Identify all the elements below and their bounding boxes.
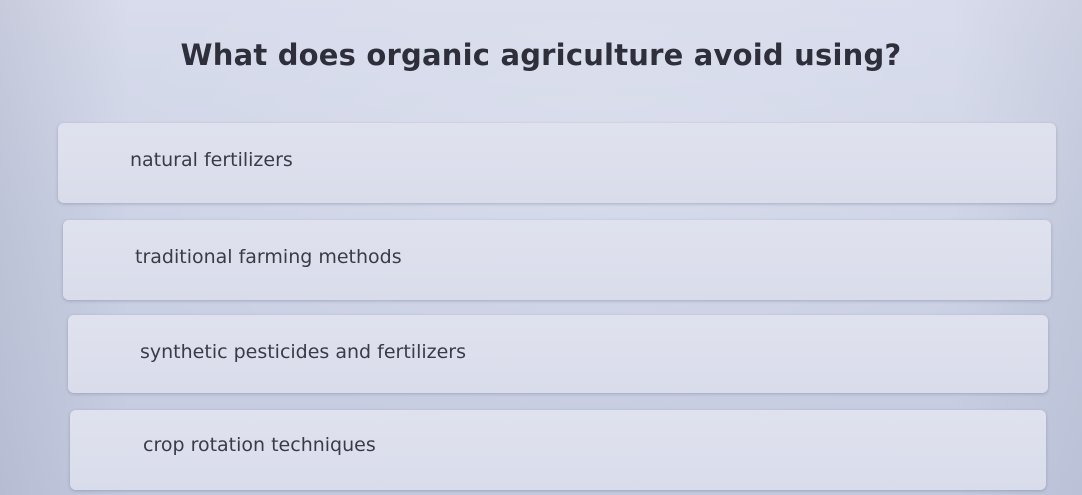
answer-option-traditional-farming-methods[interactable]: traditional farming methods [63,220,1051,300]
answer-option-synthetic-pesticides[interactable]: synthetic pesticides and fertilizers [68,315,1048,393]
answer-option-crop-rotation[interactable]: crop rotation techniques [70,410,1046,490]
answer-option-natural-fertilizers[interactable]: natural fertilizers [58,123,1056,203]
answer-options: natural fertilizers traditional farming … [0,0,1082,495]
answer-option-label: traditional farming methods [135,246,402,268]
answer-option-label: crop rotation techniques [143,434,376,456]
answer-option-label: synthetic pesticides and fertilizers [140,341,467,363]
answer-option-label: natural fertilizers [130,149,293,171]
